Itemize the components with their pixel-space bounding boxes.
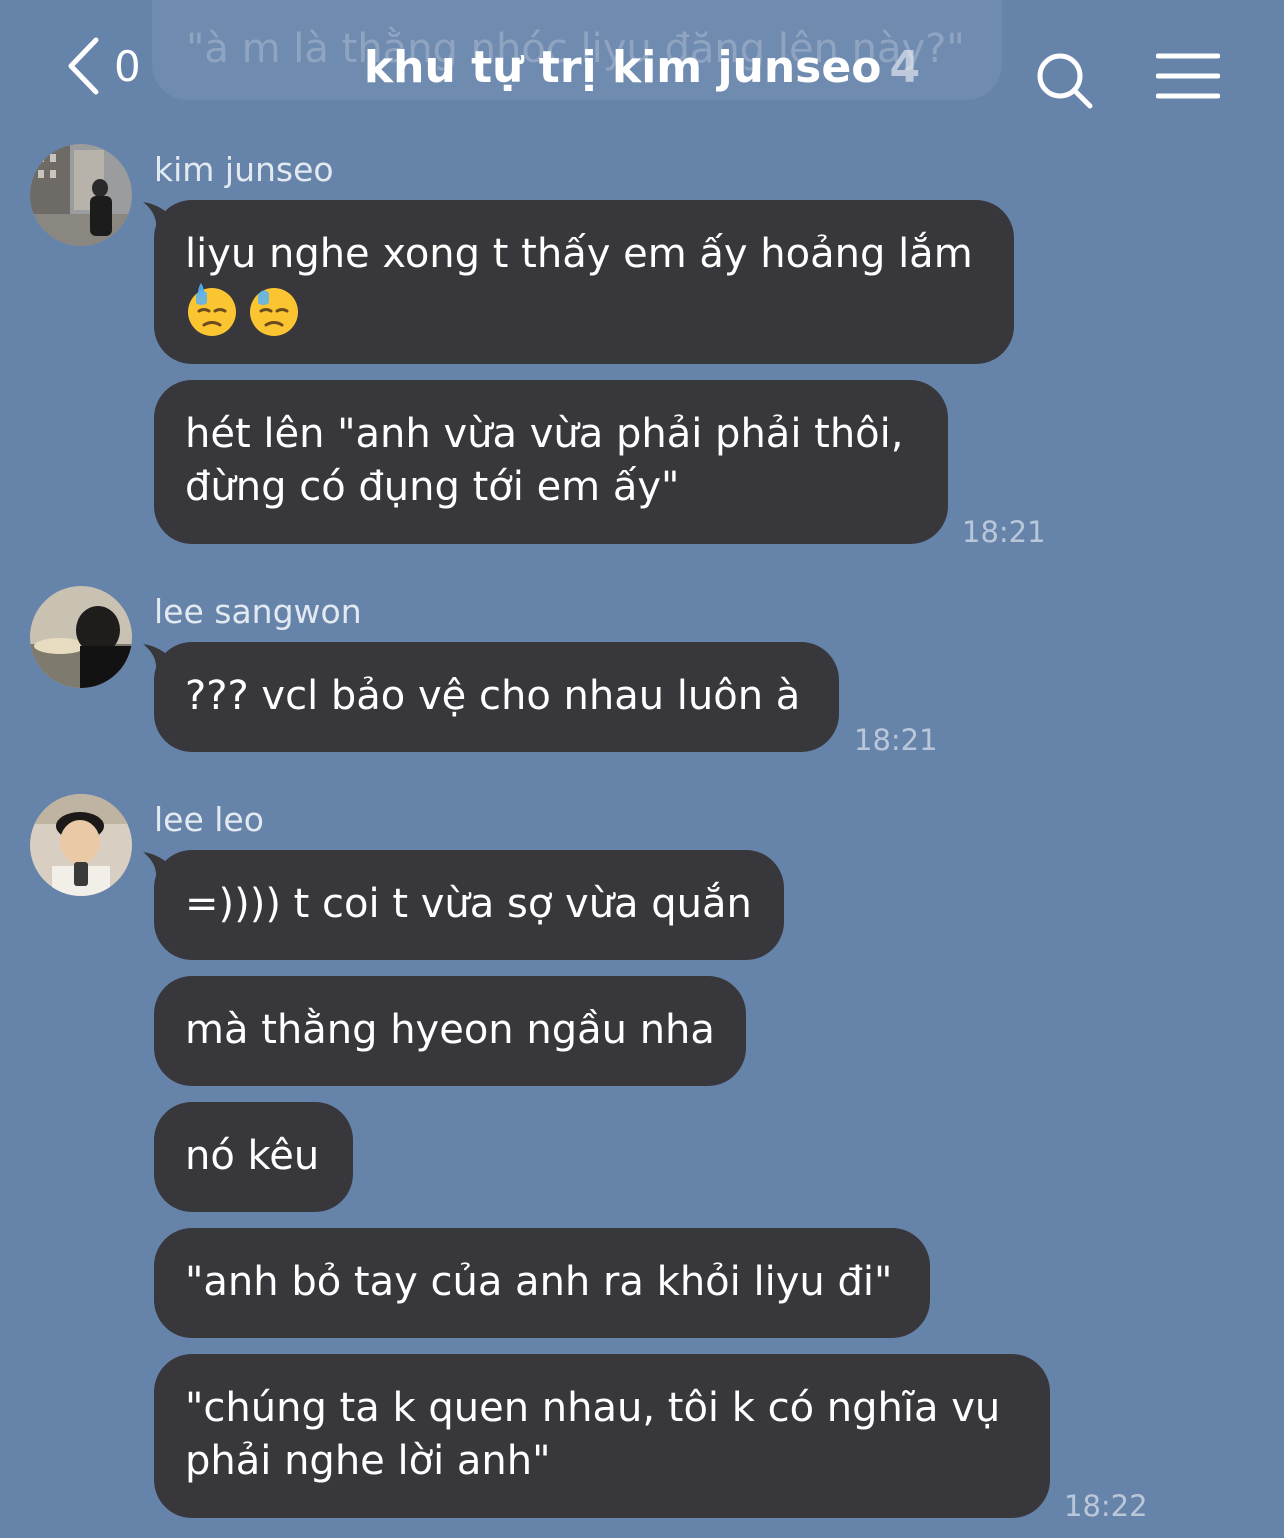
avatar-lee-sangwon[interactable] [30, 586, 132, 688]
message-bubble[interactable]: nó kêu [154, 1102, 353, 1212]
member-count: 4 [889, 42, 921, 93]
message-text: phải nghe lời anh" [185, 1438, 551, 1484]
message-text: đừng có đụng tới em ấy" [185, 464, 680, 510]
message-bubble[interactable]: ??? vcl bảo vệ cho nhau luôn à [154, 642, 839, 752]
avatar-lee-leo[interactable] [30, 794, 132, 896]
message-bubble[interactable]: hét lên "anh vừa vừa phải phải thôi, đừn… [154, 380, 948, 544]
message-bubble[interactable]: "anh bỏ tay của anh ra khỏi liyu đi" [154, 1228, 930, 1338]
downcast-face-with-sweat-icon [247, 283, 301, 351]
hamburger-menu-icon [1155, 53, 1221, 99]
message-text: "chúng ta k quen nhau, tôi k có nghĩa vụ [185, 1385, 1001, 1431]
avatar-photo [30, 794, 132, 896]
message-bubble[interactable]: "chúng ta k quen nhau, tôi k có nghĩa vụ… [154, 1354, 1050, 1518]
sender-name: kim junseo [154, 150, 334, 189]
message-text: liyu nghe xong t thấy em ấy hoảng lắm [185, 231, 973, 277]
message-text: ??? vcl bảo vệ cho nhau luôn à [185, 673, 801, 719]
message-bubble[interactable]: liyu nghe xong t thấy em ấy hoảng lắm [154, 200, 1014, 364]
search-button[interactable] [1034, 50, 1096, 116]
message-text: =)))) t coi t vừa sợ vừa quắn [185, 881, 752, 927]
message-timestamp: 18:22 [1064, 1489, 1148, 1523]
message-text: "anh bỏ tay của anh ra khỏi liyu đi" [185, 1259, 893, 1305]
sender-name: lee leo [154, 800, 264, 839]
avatar-photo [30, 586, 132, 688]
message-emoji-row [185, 283, 982, 351]
search-icon [1037, 53, 1093, 109]
message-text: nó kêu [185, 1133, 320, 1179]
menu-button[interactable] [1155, 52, 1221, 104]
downcast-face-with-sweat-icon [185, 283, 239, 351]
message-text: mà thằng hyeon ngầu nha [185, 1007, 715, 1053]
message-text: hét lên "anh vừa vừa phải phải thôi, [185, 411, 904, 457]
message-timestamp: 18:21 [854, 723, 938, 757]
avatar-photo [30, 144, 132, 246]
chat-title-text: khu tự trị kim junseo [363, 42, 882, 93]
message-timestamp: 18:21 [962, 515, 1046, 549]
message-bubble[interactable]: =)))) t coi t vừa sợ vừa quắn [154, 850, 784, 960]
avatar-kim-junseo[interactable] [30, 144, 132, 246]
message-bubble[interactable]: mà thằng hyeon ngầu nha [154, 976, 746, 1086]
sender-name: lee sangwon [154, 592, 362, 631]
chat-header: "à m là thằng nhóc liyu đăng lên này?" 0… [0, 0, 1284, 140]
